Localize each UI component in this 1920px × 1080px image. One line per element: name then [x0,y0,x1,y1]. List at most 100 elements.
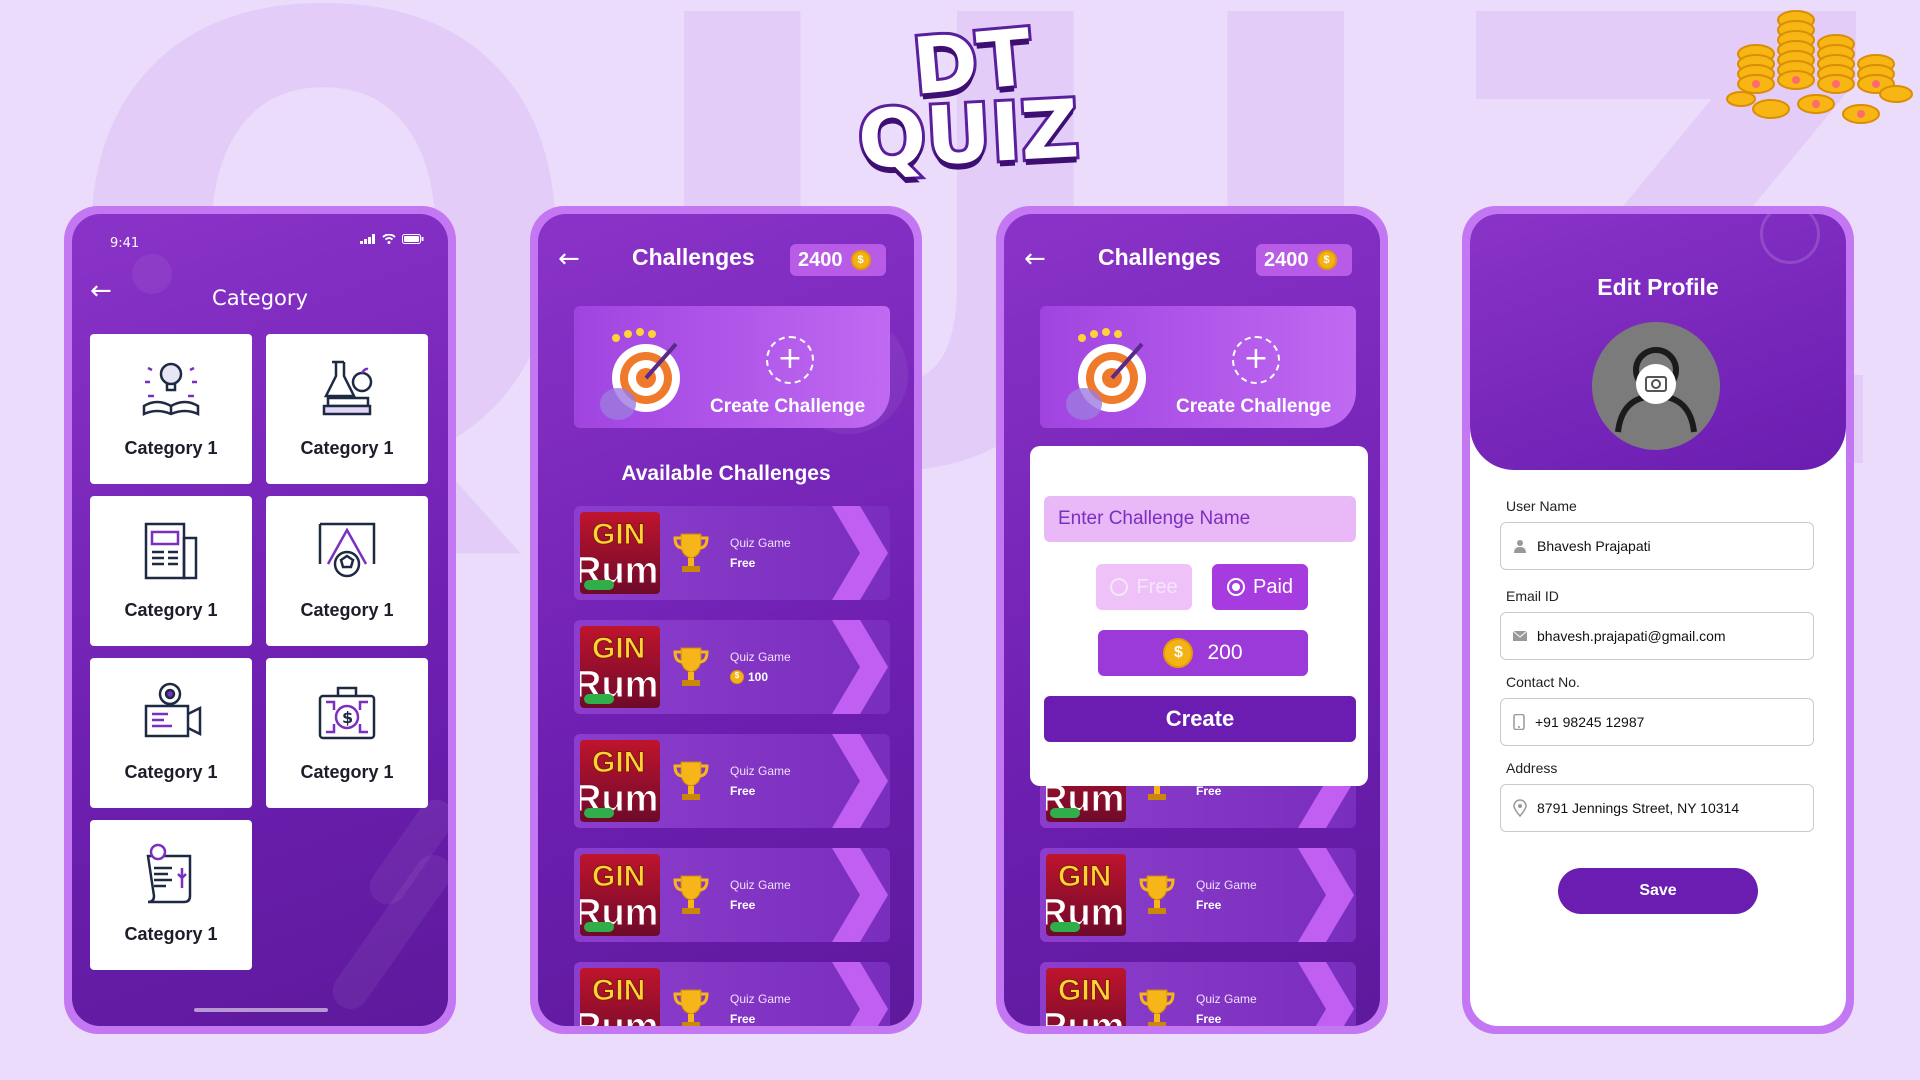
challenge-row[interactable]: GINRumr Quiz Game Free [574,734,890,828]
radio-paid-label: Paid [1252,575,1294,598]
create-challenge-label: Create Challenge [1176,396,1332,417]
signal-icon [360,234,375,244]
category-label: Category 1 [300,600,394,620]
trophy-icon [1139,875,1175,914]
trophy-icon [1139,989,1175,1026]
user-icon [1514,540,1526,553]
challenge-row[interactable]: GINRumr Quiz Game Free [574,506,890,600]
add-icon: + [1232,336,1280,384]
back-arrow-icon[interactable]: ← [1024,246,1046,272]
category-card[interactable]: Category 1 [90,820,252,970]
camera-icon[interactable] [1680,392,1681,393]
home-indicator [194,1008,328,1012]
username-field[interactable]: Bhavesh Prajapati [1500,522,1814,570]
username-value: Bhavesh Prajapati [1537,538,1651,554]
page-title: Challenges [632,244,755,270]
create-challenge-label: Create Challenge [710,396,866,417]
create-challenge-dialog: Enter Challenge Name Free Paid $ 200 Cre… [1030,446,1368,786]
category-label: Category 1 [124,762,218,782]
radio-free[interactable]: Free [1096,564,1192,610]
challenge-amount-value: 200 [1207,641,1243,664]
challenge-price: Free [730,556,756,570]
trophy-icon [673,761,709,800]
sports-goal-icon [318,522,376,578]
page-title: Category [212,286,308,310]
challenge-row[interactable]: GINRumr Quiz Game $100 [574,620,890,714]
world-document-icon [146,843,192,904]
address-field[interactable]: 8791 Jennings Street, NY 10314 [1500,784,1814,832]
status-icons [360,234,424,244]
save-button[interactable]: Save [1558,868,1758,914]
decor [1760,214,1820,264]
category-label: Category 1 [124,438,218,458]
challenge-name-input[interactable]: Enter Challenge Name [1044,496,1356,542]
field-label: User Name [1506,498,1577,514]
trophy-icon [673,533,709,572]
category-card[interactable]: Category 1 [90,496,252,646]
phone-edit-profile-screen: Edit Profile User Name Bhavesh Prajapati… [1462,206,1854,1034]
chevron-right-icon[interactable] [828,848,890,942]
chevron-right-icon[interactable] [1294,848,1356,942]
svg-text:$: $ [342,708,353,727]
challenge-type: Quiz Game [730,764,791,778]
back-arrow-icon[interactable]: ← [558,246,580,272]
game-thumbnail: GINRumr [580,626,660,708]
create-challenge-banner[interactable]: + Create Challenge [1040,306,1356,428]
challenge-row[interactable]: GINRumr Quiz Game Free [574,848,890,942]
category-screen: 9:41 ← Category Category 1 Category 1 Ca… [72,214,448,1026]
location-pin-icon [1513,799,1527,817]
category-label: Category 1 [300,438,394,458]
wifi-icon [382,234,396,244]
phone-create-challenge-screen: ← Challenges 2400 $ + Create Challenge G… [996,206,1388,1034]
battery-icon [402,234,424,244]
chevron-right-icon[interactable] [828,620,890,714]
contact-value: +91 98245 12987 [1535,714,1645,730]
chevron-right-icon[interactable] [1294,962,1356,1026]
category-card[interactable]: $ Category 1 [266,658,428,808]
coin-icon: $ [1316,250,1337,270]
game-thumbnail: GINRumr [580,512,660,594]
category-card[interactable]: Category 1 [90,334,252,484]
radio-paid[interactable]: Paid [1212,564,1308,610]
challenge-row[interactable]: GINRumr Quiz Game Free [574,962,890,1026]
target-dart-icon [600,328,680,420]
challenge-price: Free [1196,1012,1222,1026]
category-label: Category 1 [124,924,218,944]
coin-balance[interactable]: 2400 $ [1256,244,1352,276]
challenge-row[interactable]: GINRumr Quiz Game Free [1040,962,1356,1026]
challenge-price: Free [1196,784,1222,798]
add-icon: + [766,336,814,384]
challenge-price: Free [730,898,756,912]
create-challenge-banner[interactable]: + Create Challenge [574,306,890,428]
game-thumbnail: GINRumr [580,968,660,1026]
challenge-price: Free [730,1012,756,1026]
contact-field[interactable]: +91 98245 12987 [1500,698,1814,746]
avatar[interactable] [1592,322,1720,450]
category-card[interactable]: Category 1 [90,658,252,808]
challenge-amount-field[interactable]: $ 200 [1098,630,1308,676]
phone-icon [1513,714,1525,730]
create-button[interactable]: Create [1044,696,1356,742]
challenge-type: Quiz Game [730,650,791,664]
radio-dot [1110,578,1129,596]
challenge-row[interactable]: GINRumr Quiz Game Free [1040,848,1356,942]
challenge-type: Quiz Game [730,992,791,1006]
chevron-right-icon[interactable] [828,506,890,600]
create-challenge-screen: ← Challenges 2400 $ + Create Challenge G… [1004,214,1380,1026]
user-silhouette-icon [1615,347,1697,433]
challenge-type: Quiz Game [730,536,791,550]
page-title: Edit Profile [1597,274,1719,300]
movie-camera-icon [144,682,202,738]
chevron-right-icon[interactable] [828,962,890,1026]
coin-balance[interactable]: 2400 $ [790,244,886,276]
category-label: Category 1 [124,600,218,620]
field-label: Contact No. [1506,674,1580,690]
email-field[interactable]: bhavesh.prajapati@gmail.com [1500,612,1814,660]
category-card[interactable]: Category 1 [266,496,428,646]
category-card[interactable]: Category 1 [266,334,428,484]
coin-icon: $ [1163,638,1194,668]
challenges-screen: ← Challenges 2400 $ + Create Challenge A… [538,214,914,1026]
address-value: 8791 Jennings Street, NY 10314 [1537,800,1740,816]
chevron-right-icon[interactable] [828,734,890,828]
edit-profile-screen: Edit Profile User Name Bhavesh Prajapati… [1470,214,1846,1026]
